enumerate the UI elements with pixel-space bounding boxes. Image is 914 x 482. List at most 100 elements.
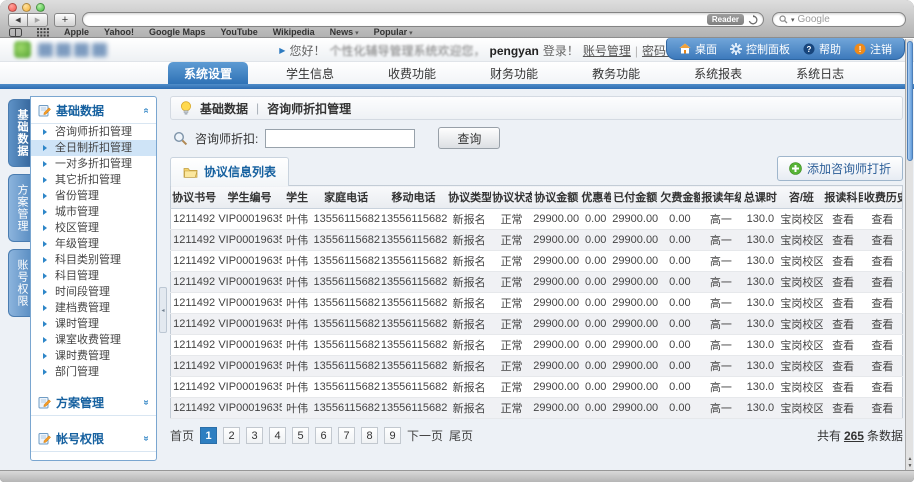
quick-link-logout[interactable]: !注销: [854, 41, 892, 57]
tab-agreement-list[interactable]: 协议信息列表: [170, 157, 289, 186]
browser-scrollbar[interactable]: ▲ ▼: [905, 39, 913, 470]
page-number-button[interactable]: 2: [223, 427, 240, 444]
view-link[interactable]: 查看: [863, 335, 903, 356]
vertical-tab[interactable]: 基础数据: [8, 99, 30, 167]
refresh-icon[interactable]: [748, 15, 758, 25]
vertical-tab[interactable]: 账号权限: [8, 249, 30, 317]
bookmark-item[interactable]: Apple: [64, 27, 89, 37]
sidebar-section-header[interactable]: 基础数据«: [31, 97, 156, 124]
page-number-button[interactable]: 7: [338, 427, 355, 444]
page-number-button[interactable]: 5: [292, 427, 309, 444]
view-link[interactable]: 查看: [863, 251, 903, 272]
minimize-window-button[interactable]: [22, 3, 31, 12]
bookmark-item[interactable]: YouTube: [221, 27, 258, 37]
quick-link-gear[interactable]: 控制面板: [730, 41, 790, 57]
bookmark-item[interactable]: Wikipedia: [273, 27, 315, 37]
sidebar-section-header[interactable]: 帐号权限«: [31, 425, 156, 452]
query-button[interactable]: 查询: [438, 127, 500, 149]
view-link[interactable]: 查看: [823, 335, 863, 356]
sidebar-item[interactable]: 省份管理: [31, 188, 156, 204]
zoom-window-button[interactable]: [36, 3, 45, 12]
top-sites-grid-icon[interactable]: [37, 28, 49, 37]
sidebar-item[interactable]: 建档费管理: [31, 300, 156, 316]
nav-tab[interactable]: 收费功能: [372, 62, 452, 84]
view-link[interactable]: 查看: [863, 356, 903, 377]
sidebar-item[interactable]: 城市管理: [31, 204, 156, 220]
page-number-button[interactable]: 6: [315, 427, 332, 444]
sidebar-item[interactable]: 课时管理: [31, 316, 156, 332]
page-number-button[interactable]: 1: [200, 427, 217, 444]
view-link[interactable]: 查看: [823, 251, 863, 272]
sidebar-item[interactable]: 部门管理: [31, 364, 156, 380]
nav-tab[interactable]: 系统报表: [678, 62, 758, 84]
scroll-down-arrow[interactable]: ▼: [908, 463, 913, 469]
pagination-first[interactable]: 首页: [170, 427, 194, 444]
page-number-button[interactable]: 4: [269, 427, 286, 444]
view-link[interactable]: 查看: [863, 230, 903, 251]
page-number-button[interactable]: 3: [246, 427, 263, 444]
sidebar-item[interactable]: 一对多折扣管理: [31, 156, 156, 172]
pagination-last[interactable]: 尾页: [449, 427, 473, 444]
consultant-discount-input[interactable]: [265, 129, 415, 148]
nav-tab[interactable]: 教务功能: [576, 62, 656, 84]
sidebar-item[interactable]: 科目管理: [31, 268, 156, 284]
sidebar-item[interactable]: 课时费管理: [31, 348, 156, 364]
view-link[interactable]: 查看: [823, 272, 863, 293]
back-button[interactable]: ◀: [8, 13, 28, 27]
view-link[interactable]: 查看: [863, 293, 903, 314]
bookmark-item[interactable]: Popular ▾: [374, 27, 413, 37]
breadcrumb-section[interactable]: 基础数据: [200, 100, 248, 117]
scrollbar-thumb[interactable]: [907, 41, 913, 161]
sidebar-item[interactable]: 校区管理: [31, 220, 156, 236]
reading-list-icon[interactable]: [9, 28, 22, 37]
view-link[interactable]: 查看: [863, 209, 903, 230]
nav-tab[interactable]: 财务功能: [474, 62, 554, 84]
view-link[interactable]: 查看: [823, 314, 863, 335]
sidebar-item[interactable]: 年级管理: [31, 236, 156, 252]
vertical-tab[interactable]: 方案管理: [8, 174, 30, 242]
table-cell: 宝岗校区: [779, 335, 823, 356]
sidebar-item[interactable]: 咨询师折扣管理: [31, 124, 156, 140]
nav-tab[interactable]: 系统日志: [780, 62, 860, 84]
sidebar-item[interactable]: 全日制折扣管理: [31, 140, 156, 156]
view-link[interactable]: 查看: [823, 356, 863, 377]
pagination-next[interactable]: 下一页: [407, 427, 443, 444]
sidebar-item[interactable]: 课室收费管理: [31, 332, 156, 348]
view-link[interactable]: 查看: [863, 398, 903, 419]
sidebar-collapse-handle[interactable]: ◂: [159, 287, 167, 333]
welcome-message: ▶ 您好！ 个性化辅导管理系统欢迎您， pengyan 登录！ 账号管理 | 密…: [279, 42, 690, 59]
new-tab-button[interactable]: +: [54, 13, 76, 27]
nav-tab[interactable]: 学生信息: [270, 62, 350, 84]
bookmark-item[interactable]: Google Maps: [149, 27, 206, 37]
sidebar-section-header[interactable]: 方案管理«: [31, 389, 156, 416]
browser-search-field[interactable]: ▾ Google: [772, 12, 906, 27]
scroll-up-arrow[interactable]: ▲: [908, 456, 913, 462]
view-link[interactable]: 查看: [863, 377, 903, 398]
expand-icon[interactable]: «: [141, 436, 152, 442]
sidebar-item[interactable]: 时间段管理: [31, 284, 156, 300]
view-link[interactable]: 查看: [863, 272, 903, 293]
view-link[interactable]: 查看: [823, 209, 863, 230]
expand-icon[interactable]: «: [141, 400, 152, 406]
quick-link-home[interactable]: 桌面: [679, 41, 717, 57]
page-number-button[interactable]: 9: [384, 427, 401, 444]
add-consultant-discount-button[interactable]: 添加咨询师打折: [777, 156, 903, 181]
view-link[interactable]: 查看: [823, 377, 863, 398]
forward-button[interactable]: ▶: [28, 13, 48, 27]
address-bar[interactable]: Reader: [82, 12, 764, 27]
account-management-link[interactable]: 账号管理: [583, 42, 631, 59]
nav-tab[interactable]: 系统设置: [168, 62, 248, 84]
collapse-icon[interactable]: «: [141, 108, 152, 114]
sidebar-item[interactable]: 科目类别管理: [31, 252, 156, 268]
view-link[interactable]: 查看: [823, 293, 863, 314]
reader-badge[interactable]: Reader: [707, 14, 744, 25]
quick-link-help[interactable]: ?帮助: [803, 41, 841, 57]
view-link[interactable]: 查看: [823, 230, 863, 251]
bookmark-item[interactable]: News ▾: [330, 27, 359, 37]
close-window-button[interactable]: [8, 3, 17, 12]
sidebar-item[interactable]: 其它折扣管理: [31, 172, 156, 188]
bookmark-item[interactable]: Yahoo!: [104, 27, 134, 37]
view-link[interactable]: 查看: [863, 314, 903, 335]
page-number-button[interactable]: 8: [361, 427, 378, 444]
view-link[interactable]: 查看: [823, 398, 863, 419]
